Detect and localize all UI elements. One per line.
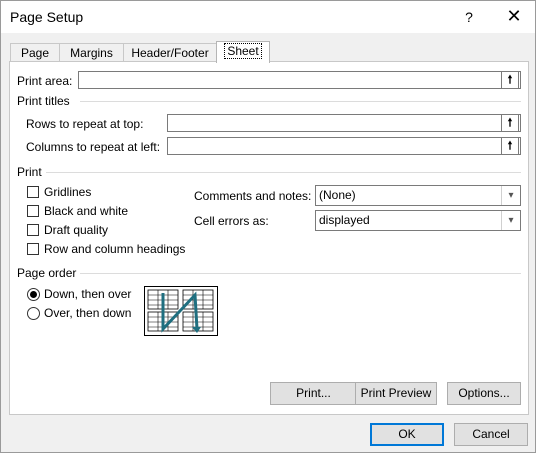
tab-margins-label: Margins — [70, 46, 113, 60]
section-divider — [46, 172, 521, 173]
over-then-down-radio[interactable] — [27, 307, 40, 320]
comments-and-notes-label: Comments and notes: — [194, 189, 312, 203]
page-order-preview — [144, 286, 218, 336]
page-order-heading: Page order — [17, 266, 77, 280]
tab-sheet[interactable]: Sheet — [216, 41, 270, 63]
gridlines-checkbox[interactable] — [27, 186, 39, 198]
black-and-white-label: Black and white — [44, 204, 129, 218]
section-divider — [80, 101, 521, 102]
columns-to-repeat-label: Columns to repeat at left: — [26, 140, 161, 154]
tab-margins[interactable]: Margins — [59, 43, 124, 62]
print-preview-button[interactable]: Print Preview — [355, 382, 437, 405]
tab-page[interactable]: Page — [10, 43, 60, 62]
row-column-headings-checkbox[interactable] — [27, 243, 39, 255]
print-button[interactable]: Print... — [270, 382, 357, 405]
comments-and-notes-value: (None) — [319, 188, 356, 202]
rows-to-repeat-label: Rows to repeat at top: — [26, 117, 144, 131]
draft-quality-label: Draft quality — [44, 223, 109, 237]
tab-header-footer[interactable]: Header/Footer — [123, 43, 217, 62]
rows-to-repeat-input[interactable] — [167, 114, 521, 132]
collapse-dialog-icon[interactable]: 🠕 — [501, 71, 519, 89]
collapse-dialog-icon[interactable]: 🠕 — [501, 114, 519, 132]
cell-errors-value: displayed — [319, 213, 370, 227]
cell-errors-label: Cell errors as: — [194, 214, 269, 228]
close-icon[interactable]: ✕ — [501, 3, 527, 29]
sheet-tab-panel: Print area: 🠕 Print titles Rows to repea… — [9, 61, 529, 415]
tab-header-footer-label: Header/Footer — [131, 46, 209, 60]
chevron-down-icon: ▾ — [501, 211, 520, 230]
gridlines-label: Gridlines — [44, 185, 92, 199]
black-and-white-checkbox[interactable] — [27, 205, 39, 217]
row-column-headings-label: Row and column headings — [44, 242, 186, 256]
page-setup-dialog: Page Setup ? ✕ Page Margins Header/Foote… — [0, 0, 536, 453]
over-then-down-label: Over, then down — [44, 306, 132, 320]
ok-button[interactable]: OK — [370, 423, 444, 446]
cell-errors-select[interactable]: displayed ▾ — [315, 210, 521, 231]
cancel-button[interactable]: Cancel — [454, 423, 528, 446]
print-heading: Print — [17, 165, 42, 179]
print-area-input[interactable] — [78, 71, 521, 89]
collapse-dialog-icon[interactable]: 🠕 — [501, 137, 519, 155]
down-then-over-radio[interactable] — [27, 288, 40, 301]
title-bar: Page Setup ? ✕ — [1, 1, 535, 33]
tab-strip: Page Margins Header/Footer Sheet — [9, 41, 529, 63]
help-icon[interactable]: ? — [461, 9, 477, 25]
dialog-title: Page Setup — [10, 9, 84, 25]
section-divider — [80, 273, 521, 274]
columns-to-repeat-input[interactable] — [167, 137, 521, 155]
chevron-down-icon: ▾ — [501, 186, 520, 205]
options-button[interactable]: Options... — [447, 382, 521, 405]
down-then-over-label: Down, then over — [44, 287, 132, 301]
print-titles-heading: Print titles — [17, 94, 70, 108]
comments-and-notes-select[interactable]: (None) ▾ — [315, 185, 521, 206]
tab-page-label: Page — [20, 46, 50, 60]
page-order-diagram — [147, 289, 214, 333]
tab-sheet-label: Sheet — [224, 43, 262, 59]
draft-quality-checkbox[interactable] — [27, 224, 39, 236]
print-area-label: Print area: — [17, 74, 73, 88]
